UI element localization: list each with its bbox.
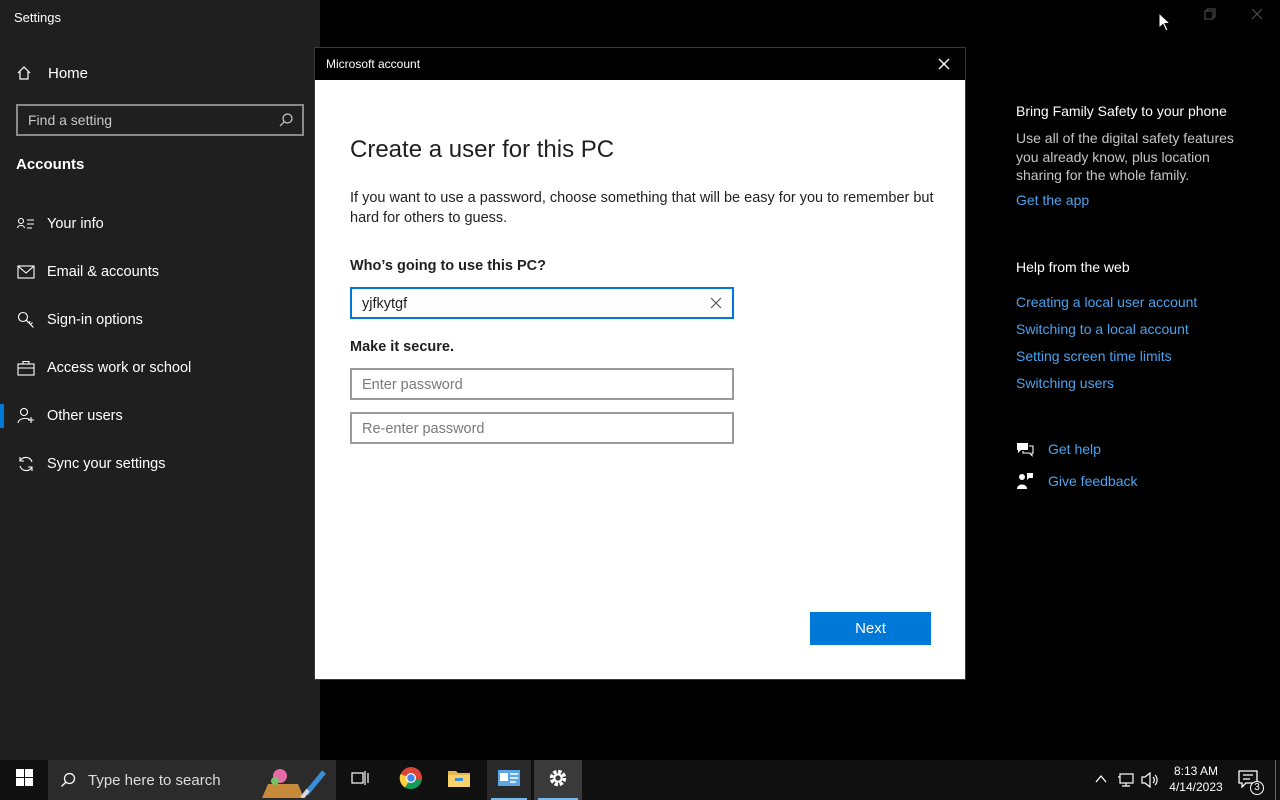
nav-home-label: Home — [48, 64, 89, 82]
username-field[interactable] — [350, 287, 734, 319]
clock-time: 8:13 AM — [1173, 764, 1219, 778]
dialog-titlebar: Microsoft account — [315, 48, 965, 80]
link-switching-users[interactable]: Switching users — [1016, 375, 1114, 391]
search-highlight-illustration-icon — [258, 764, 330, 800]
network-tray-button[interactable] — [1117, 772, 1135, 793]
taskbar-search-placeholder: Type here to search — [88, 771, 221, 789]
tray-clock[interactable]: 8:13 AM 4/14/2023 — [1168, 763, 1224, 795]
username-input[interactable] — [362, 294, 702, 313]
sidebar-item-label: Other users — [47, 408, 123, 424]
help-from-web-heading: Help from the web — [1016, 259, 1130, 275]
sidebar-item-label: Sync your settings — [47, 456, 166, 472]
search-icon — [60, 772, 76, 788]
settings-search-input[interactable] — [28, 111, 268, 129]
password-field[interactable] — [350, 368, 734, 400]
dialog-title: Microsoft account — [326, 57, 421, 71]
taskbar-search-box[interactable]: Type here to search — [48, 760, 336, 800]
windows-logo-icon — [15, 769, 33, 791]
chevron-up-icon — [1094, 772, 1108, 791]
dialog-close-button[interactable] — [937, 57, 951, 71]
give-feedback-label: Give feedback — [1048, 473, 1138, 489]
sidebar-item-other-users[interactable]: Other users — [0, 396, 320, 436]
show-desktop-button[interactable] — [1275, 760, 1276, 800]
password-input[interactable] — [362, 375, 702, 394]
search-icon[interactable] — [278, 112, 294, 133]
settings-sidebar: Settings Home Accounts Your info Email &… — [0, 0, 320, 760]
key-icon — [16, 311, 36, 329]
sidebar-item-label: Sign-in options — [47, 312, 143, 328]
sidebar-item-sign-in-options[interactable]: Sign-in options — [0, 300, 320, 340]
volume-tray-button[interactable] — [1141, 771, 1159, 793]
give-feedback-link[interactable]: Give feedback — [1016, 472, 1138, 490]
family-safety-text: Use all of the digital safety features y… — [1016, 130, 1234, 183]
reenter-password-field[interactable] — [350, 412, 734, 444]
sidebar-item-label: Email & accounts — [47, 264, 160, 280]
taskbar: Type here to search 8:13 AM 4/14/2023 3 — [0, 760, 1280, 800]
show-hidden-icons-button[interactable] — [1094, 772, 1108, 791]
create-user-dialog: Microsoft account Create a user for this… — [314, 47, 966, 680]
link-creating-local-account[interactable]: Creating a local user account — [1016, 294, 1197, 310]
clock-date: 4/14/2023 — [1169, 780, 1223, 794]
home-icon — [16, 65, 34, 81]
folder-icon — [447, 768, 471, 793]
section-title: Accounts — [16, 156, 85, 173]
app-title: Settings — [14, 10, 61, 25]
user-card-icon — [16, 216, 36, 232]
notification-count-badge: 3 — [1250, 781, 1264, 795]
mail-icon — [16, 265, 36, 279]
network-icon — [1117, 772, 1135, 793]
get-help-label: Get help — [1048, 441, 1101, 457]
briefcase-icon — [16, 360, 36, 376]
link-switching-local-account[interactable]: Switching to a local account — [1016, 321, 1189, 337]
secure-label: Make it secure. — [350, 339, 454, 355]
family-safety-heading: Bring Family Safety to your phone — [1016, 103, 1227, 119]
chat-help-icon — [1016, 441, 1034, 457]
chrome-taskbar-button[interactable] — [390, 760, 432, 800]
sidebar-item-access-work[interactable]: Access work or school — [0, 348, 320, 388]
sidebar-item-your-info[interactable]: Your info — [0, 204, 320, 244]
settings-taskbar-button[interactable] — [534, 760, 582, 800]
chrome-icon — [399, 766, 423, 795]
clear-icon[interactable] — [709, 296, 723, 310]
close-icon — [937, 58, 951, 75]
sync-icon — [16, 455, 36, 473]
sidebar-item-label: Access work or school — [47, 360, 192, 376]
sidebar-item-sync-settings[interactable]: Sync your settings — [0, 444, 320, 484]
who-label: Who’s going to use this PC? — [350, 258, 547, 274]
person-add-icon — [16, 407, 36, 425]
next-button[interactable]: Next — [810, 612, 931, 645]
gear-icon — [547, 767, 569, 794]
dialog-heading: Create a user for this PC — [350, 136, 615, 163]
file-explorer-taskbar-button[interactable] — [438, 760, 480, 800]
task-view-button[interactable] — [340, 760, 380, 800]
reenter-password-input[interactable] — [362, 419, 702, 438]
sidebar-item-email-accounts[interactable]: Email & accounts — [0, 252, 320, 292]
sidebar-item-label: Your info — [47, 216, 104, 232]
settings-search-box[interactable] — [16, 104, 304, 136]
control-panel-taskbar-button[interactable] — [487, 760, 531, 800]
related-pane: Bring Family Safety to your phone Use al… — [1016, 0, 1280, 760]
start-button[interactable] — [0, 760, 48, 800]
speaker-icon — [1141, 771, 1159, 793]
get-help-link[interactable]: Get help — [1016, 441, 1101, 457]
control-panel-icon — [497, 768, 521, 793]
link-screen-time-limits[interactable]: Setting screen time limits — [1016, 348, 1172, 364]
task-view-icon — [351, 770, 369, 791]
nav-home[interactable]: Home — [16, 62, 88, 84]
get-the-app-link[interactable]: Get the app — [1016, 192, 1089, 208]
feedback-icon — [1016, 472, 1034, 490]
dialog-description: If you want to use a password, choose so… — [350, 190, 934, 226]
